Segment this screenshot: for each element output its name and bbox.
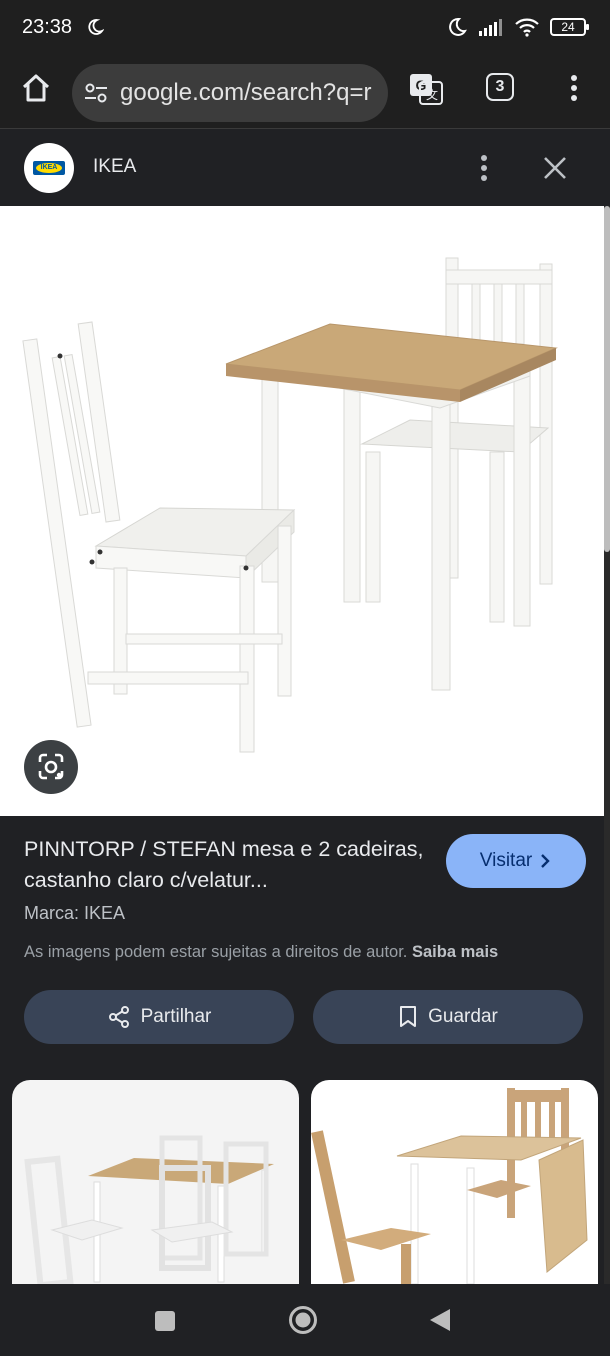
url-text[interactable]: google.com/search?q=r: [120, 79, 382, 107]
battery-indicator: 24: [550, 18, 589, 36]
moon-notification-icon: [88, 19, 104, 35]
translate-icon[interactable]: G 文: [408, 70, 444, 106]
recents-button[interactable]: [155, 1311, 175, 1331]
home-nav-icon[interactable]: [288, 1305, 318, 1335]
share-button-label: Partilhar: [140, 1006, 212, 1027]
product-title[interactable]: PINNTORP / STEFAN mesa e 2 cadeiras, cas…: [24, 834, 434, 896]
visit-button[interactable]: Visitar: [446, 834, 586, 888]
learn-more-link[interactable]: Saiba mais: [412, 943, 498, 961]
copyright-text: As imagens podem estar sujeitas a direit…: [24, 943, 408, 961]
related-image-1[interactable]: [12, 1080, 299, 1284]
related-image-2-illustration: [311, 1088, 588, 1284]
related-image-2[interactable]: [311, 1080, 598, 1284]
save-button[interactable]: Guardar: [313, 990, 583, 1044]
related-image-1-illustration: [24, 1135, 274, 1284]
status-icons: 24: [446, 16, 589, 38]
wifi-icon: [515, 18, 539, 37]
visit-button-label: Visitar: [479, 850, 533, 871]
product-image[interactable]: [0, 206, 604, 816]
tab-switcher-button[interactable]: 3: [486, 73, 514, 101]
site-logo-text: IKEA: [36, 163, 62, 173]
lens-search-button[interactable]: [24, 740, 78, 794]
address-bar[interactable]: google.com/search?q=r: [72, 64, 388, 122]
signal-icon: [479, 19, 502, 36]
image-panel-header: IKEA IKEA: [0, 128, 610, 207]
brand-label: Marca: IKEA: [24, 903, 126, 923]
svg-text:G: G: [416, 77, 427, 93]
back-nav-icon[interactable]: [428, 1307, 452, 1333]
save-button-label: Guardar: [428, 1006, 498, 1027]
scrollbar-thumb[interactable]: [604, 206, 610, 552]
svg-text:文: 文: [426, 87, 438, 102]
share-button[interactable]: Partilhar: [24, 990, 294, 1044]
do-not-disturb-icon: [449, 17, 467, 36]
status-time: 23:38: [22, 16, 73, 38]
tune-icon[interactable]: [84, 82, 108, 104]
status-bar: 23:38 24: [0, 0, 610, 56]
site-logo[interactable]: IKEA: [24, 143, 74, 193]
chevron-right-icon: [541, 854, 550, 868]
share-icon: [108, 1006, 129, 1028]
home-icon[interactable]: [18, 70, 54, 106]
copyright-notice: As imagens podem estar sujeitas a direit…: [24, 943, 498, 962]
close-icon[interactable]: [542, 155, 568, 181]
browser-menu-icon[interactable]: [562, 70, 586, 106]
lens-icon: [38, 753, 64, 780]
system-navigation-bar: [0, 1284, 610, 1356]
bookmark-icon: [400, 1006, 417, 1027]
table-and-chairs-illustration: [22, 257, 558, 753]
site-name[interactable]: IKEA: [93, 156, 136, 178]
more-vert-icon[interactable]: [472, 153, 496, 183]
browser-toolbar: google.com/search?q=r G 文 3: [0, 56, 610, 128]
